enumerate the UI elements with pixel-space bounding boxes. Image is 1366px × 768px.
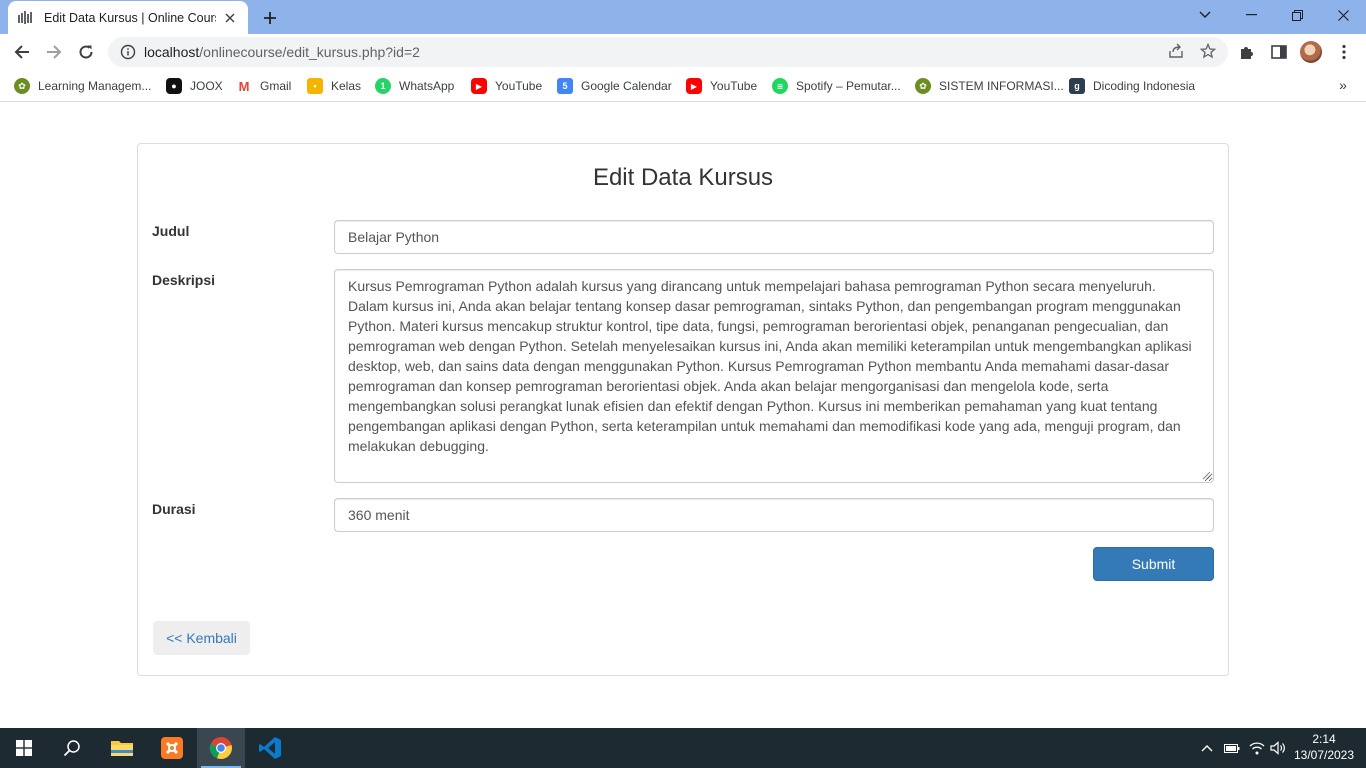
- judul-input[interactable]: Belajar Python: [334, 220, 1214, 254]
- joox-icon: ●: [166, 78, 182, 94]
- browser-tab[interactable]: Edit Data Kursus | Online Course: [8, 1, 248, 34]
- wifi-icon[interactable]: [1247, 728, 1267, 768]
- address-bar[interactable]: localhost/onlinecourse/edit_kursus.php?i…: [108, 37, 1228, 67]
- chrome-menu-icon[interactable]: [1334, 42, 1354, 62]
- bookmark-item[interactable]: 5 Google Calendar: [557, 76, 672, 96]
- bookmark-star-icon[interactable]: [1198, 41, 1218, 61]
- url-path: /onlinecourse/edit_kursus.php?id=2: [199, 44, 420, 60]
- restore-icon[interactable]: [1274, 0, 1320, 30]
- vscode-icon[interactable]: [246, 728, 294, 768]
- profile-avatar[interactable]: [1300, 41, 1322, 63]
- bookmark-item[interactable]: ▪ Kelas: [307, 76, 361, 96]
- judul-label: Judul: [152, 223, 190, 239]
- file-explorer-icon[interactable]: [98, 728, 146, 768]
- edit-course-panel: Edit Data Kursus Judul Belajar Python De…: [137, 143, 1229, 676]
- windows-taskbar: 2:14 13/07/2023: [0, 728, 1366, 768]
- back-arrow-icon[interactable]: [9, 39, 35, 65]
- classroom-icon: ▪: [307, 78, 323, 94]
- share-icon[interactable]: [1166, 41, 1186, 61]
- forward-arrow-icon[interactable]: [41, 39, 67, 65]
- page-title: Edit Data Kursus: [592, 164, 774, 191]
- bookmark-item[interactable]: 1 WhatsApp: [375, 76, 454, 96]
- durasi-label: Durasi: [152, 501, 196, 517]
- bookmark-label: YouTube: [710, 79, 758, 93]
- deskripsi-text: Kursus Pemrograman Python adalah kursus …: [348, 278, 1192, 454]
- windows-start-icon[interactable]: [0, 728, 48, 768]
- youtube-icon: ▶: [686, 78, 702, 94]
- bookmark-label: YouTube: [495, 79, 543, 93]
- back-button[interactable]: << Kembali: [153, 621, 250, 655]
- tab-title: Edit Data Kursus | Online Course: [44, 10, 216, 25]
- gmail-icon: M: [238, 78, 250, 94]
- new-tab-button[interactable]: [258, 6, 282, 30]
- search-icon[interactable]: [48, 728, 96, 768]
- site-info-icon[interactable]: [120, 44, 136, 60]
- bookmark-item[interactable]: M Gmail: [236, 76, 292, 96]
- bookmark-label: Gmail: [260, 79, 292, 93]
- clock-date: 13/07/2023: [1293, 748, 1355, 762]
- bookmark-item[interactable]: ▶ YouTube: [471, 76, 542, 96]
- url-host: localhost: [144, 44, 200, 60]
- tab-search-icon[interactable]: [1182, 0, 1228, 30]
- durasi-input[interactable]: 360 menit: [334, 498, 1214, 532]
- battery-icon[interactable]: [1222, 728, 1242, 768]
- browser-toolbar: localhost/onlinecourse/edit_kursus.php?i…: [0, 34, 1366, 70]
- bookmark-item[interactable]: ▶ YouTube: [686, 76, 757, 96]
- whatsapp-icon: 1: [375, 78, 391, 94]
- chevron-up-icon[interactable]: [1198, 728, 1216, 768]
- university-emblem-icon: ✿: [14, 78, 30, 94]
- xampp-icon[interactable]: [148, 728, 196, 768]
- youtube-icon: ▶: [471, 78, 487, 94]
- bookmark-label: SISTEM INFORMASI...: [939, 79, 1064, 93]
- bookmarks-bar: ✿ Learning Managem... ● JOOX M Gmail ▪ K…: [0, 70, 1366, 102]
- resize-grip-icon[interactable]: [1202, 471, 1211, 480]
- bookmark-item[interactable]: ≋ Spotify – Pemutar...: [772, 76, 901, 96]
- bookmark-label: Kelas: [331, 79, 362, 93]
- clock-time: 2:14: [1312, 732, 1336, 746]
- volume-icon[interactable]: [1269, 728, 1289, 768]
- bookmark-label: JOOX: [190, 79, 223, 93]
- bookmark-label: Learning Managem...: [38, 79, 152, 93]
- submit-button[interactable]: Submit: [1093, 547, 1214, 581]
- reload-icon[interactable]: [73, 39, 99, 65]
- system-clock[interactable]: 2:14 13/07/2023: [1292, 731, 1356, 763]
- browser-tab-strip: Edit Data Kursus | Online Course: [0, 0, 1366, 34]
- side-panel-icon[interactable]: [1269, 42, 1289, 62]
- bookmark-item[interactable]: g Dicoding Indonesia: [1069, 76, 1195, 96]
- bookmark-item[interactable]: ✿ SISTEM INFORMASI...: [915, 76, 1064, 96]
- bookmarks-overflow-icon[interactable]: »: [1334, 76, 1352, 94]
- close-window-icon[interactable]: [1320, 0, 1366, 30]
- minimize-icon[interactable]: [1228, 0, 1274, 30]
- deskripsi-label: Deskripsi: [152, 272, 216, 288]
- bookmark-label: Spotify – Pemutar...: [796, 79, 901, 93]
- spotify-icon: ≋: [772, 78, 788, 94]
- bookmark-label: WhatsApp: [399, 79, 455, 93]
- bookmark-item[interactable]: ● JOOX: [166, 76, 223, 96]
- close-tab-icon[interactable]: [222, 10, 238, 26]
- tab-favicon-icon: [18, 10, 34, 26]
- bookmark-label: Dicoding Indonesia: [1093, 79, 1196, 93]
- deskripsi-textarea[interactable]: Kursus Pemrograman Python adalah kursus …: [334, 269, 1214, 483]
- calendar-icon: 5: [557, 78, 573, 94]
- url-text: localhost/onlinecourse/edit_kursus.php?i…: [144, 44, 420, 60]
- extensions-puzzle-icon[interactable]: [1237, 42, 1257, 62]
- bookmark-label: Google Calendar: [581, 79, 672, 93]
- university-emblem-icon: ✿: [915, 78, 931, 94]
- dicoding-icon: g: [1069, 78, 1085, 94]
- chrome-icon[interactable]: [197, 728, 245, 768]
- bookmark-item[interactable]: ✿ Learning Managem...: [14, 76, 151, 96]
